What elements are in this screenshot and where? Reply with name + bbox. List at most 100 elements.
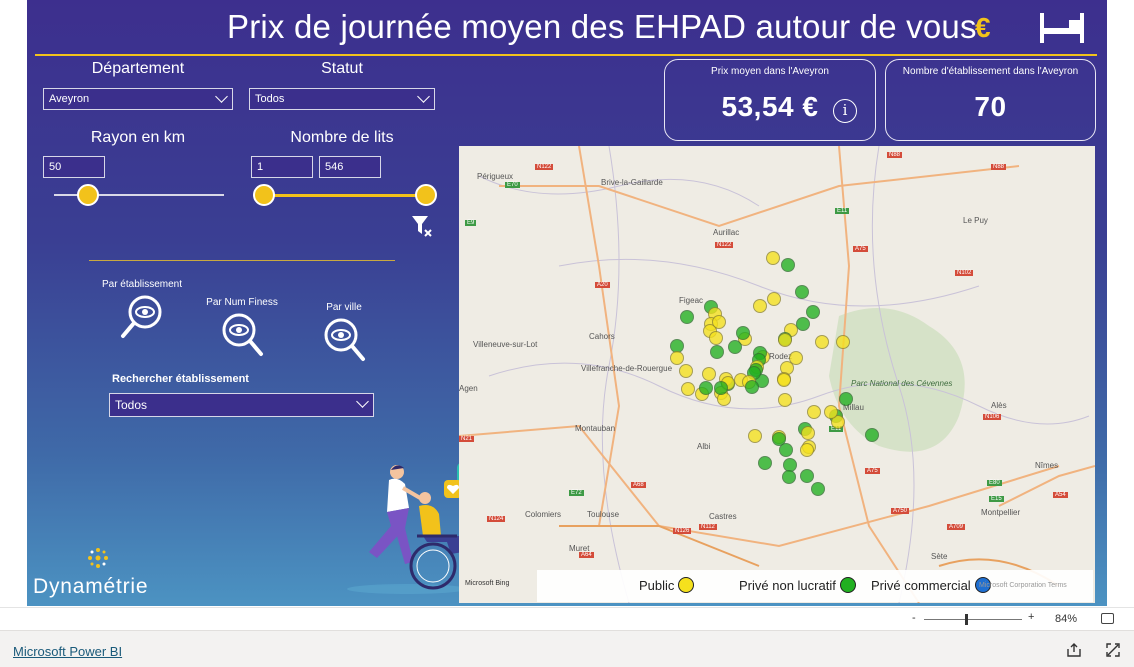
- map-terms[interactable]: Microsoft Corporation Terms: [979, 582, 1067, 589]
- map-marker[interactable]: [766, 251, 780, 265]
- view-button-label: Par ville: [326, 302, 362, 313]
- map-place-label: Montauban: [575, 424, 616, 433]
- map-marker[interactable]: [681, 382, 695, 396]
- legend-prive-non-lucratif: Privé non lucratif: [739, 577, 856, 593]
- map-marker[interactable]: [796, 317, 810, 331]
- map-marker[interactable]: [806, 305, 820, 319]
- lits-max-input[interactable]: 546: [319, 156, 381, 178]
- statut-dropdown[interactable]: Todos: [249, 88, 435, 110]
- map-marker[interactable]: [824, 405, 838, 419]
- map-marker[interactable]: [815, 335, 829, 349]
- map-marker[interactable]: [758, 456, 772, 470]
- view-par-num-finess-button[interactable]: Par Num Finess: [199, 297, 285, 361]
- search-dropdown[interactable]: Todos: [109, 393, 374, 417]
- map-marker[interactable]: [753, 299, 767, 313]
- view-button-label: Par établissement: [101, 279, 183, 290]
- info-icon[interactable]: i: [833, 99, 857, 123]
- map-road-label: N122: [535, 164, 554, 170]
- legend-label: Privé commercial: [871, 578, 971, 593]
- zoom-in-button[interactable]: +: [1028, 611, 1034, 623]
- map-road-label: N88: [887, 152, 903, 158]
- fit-page-icon[interactable]: [1101, 613, 1114, 624]
- map-marker[interactable]: [836, 335, 850, 349]
- lits-slider-range[interactable]: [264, 194, 426, 197]
- map-marker[interactable]: [699, 381, 713, 395]
- view-par-etablissement-button[interactable]: Par établissement: [99, 279, 185, 343]
- rayon-input[interactable]: 50: [43, 156, 105, 178]
- map-marker[interactable]: [710, 345, 724, 359]
- map-marker[interactable]: [670, 351, 684, 365]
- nombre-etablissement-value: 70: [974, 91, 1007, 122]
- map-marker[interactable]: [778, 393, 792, 407]
- map-marker[interactable]: [811, 482, 825, 496]
- map-marker[interactable]: [839, 392, 853, 406]
- map-marker[interactable]: [680, 310, 694, 324]
- map-marker[interactable]: [748, 429, 762, 443]
- zoom-slider-track[interactable]: [924, 619, 1022, 620]
- map-marker[interactable]: [736, 326, 750, 340]
- search-value: Todos: [115, 398, 148, 412]
- section-divider: [89, 260, 395, 261]
- title-divider: [35, 54, 1097, 56]
- map-road-label: A709: [947, 524, 966, 530]
- filter-clear-icon[interactable]: [411, 214, 433, 238]
- powerbi-link[interactable]: Microsoft Power BI: [13, 644, 122, 659]
- map-road-label: N106: [983, 414, 1002, 420]
- bed-icon: [1040, 13, 1084, 43]
- map-road-label: A68: [631, 482, 646, 488]
- map-place-label: Nîmes: [1035, 461, 1059, 470]
- map-road-label: N102: [955, 270, 974, 276]
- lits-min-input[interactable]: 1: [251, 156, 313, 178]
- map-marker[interactable]: [712, 315, 726, 329]
- lits-slider-max-handle[interactable]: [415, 184, 437, 206]
- departement-value: Aveyron: [49, 93, 90, 105]
- zoom-out-button[interactable]: -: [912, 612, 916, 624]
- eye-search-icon: [324, 318, 365, 361]
- map-road-label: A20: [595, 282, 610, 288]
- map-marker[interactable]: [807, 405, 821, 419]
- map-marker[interactable]: [800, 443, 814, 457]
- lits-label: Nombre de lits: [290, 129, 394, 146]
- map-place-label: Figeac: [679, 296, 704, 305]
- view-par-ville-button[interactable]: Par ville: [301, 302, 387, 366]
- search-label: Rechercher établissement: [112, 373, 249, 385]
- map-marker[interactable]: [801, 426, 815, 440]
- map-marker[interactable]: [745, 380, 759, 394]
- legend-prive-commercial: Privé commercial: [871, 577, 991, 593]
- map-marker[interactable]: [782, 470, 796, 484]
- map-marker[interactable]: [767, 292, 781, 306]
- map-road-label: A64: [579, 552, 594, 558]
- map-place-label: Parc National des Cévennes: [851, 379, 953, 388]
- map-marker[interactable]: [777, 373, 791, 387]
- map-marker[interactable]: [781, 258, 795, 272]
- share-icon[interactable]: [1067, 643, 1081, 657]
- legend-dot-prive-non-lucratif: [839, 577, 856, 593]
- map-marker[interactable]: [778, 333, 792, 347]
- zoom-slider-handle[interactable]: [965, 614, 969, 625]
- nombre-etablissement-card: Nombre d'établissement dans l'Aveyron 70: [885, 59, 1096, 141]
- rayon-slider-handle[interactable]: [77, 184, 99, 206]
- map-marker[interactable]: [702, 367, 716, 381]
- map-road-label: A75: [853, 246, 868, 252]
- map-road-label: N21: [459, 436, 475, 442]
- fullscreen-icon[interactable]: [1106, 643, 1120, 657]
- map-marker[interactable]: [779, 443, 793, 457]
- statut-label: Statut: [321, 60, 363, 77]
- brand-logo-text: Dynamétrie: [33, 575, 149, 598]
- bing-attribution: Microsoft Bing: [465, 580, 510, 587]
- map-marker[interactable]: [865, 428, 879, 442]
- map-marker[interactable]: [679, 364, 693, 378]
- map-marker[interactable]: [795, 285, 809, 299]
- map-road-label: N124: [487, 516, 506, 522]
- map-visual[interactable]: Périgueux Brive-la-Gaillarde Aurillac Le Pu…: [459, 146, 1095, 603]
- chevron-down-icon: [215, 90, 228, 103]
- map-marker[interactable]: [800, 469, 814, 483]
- departement-dropdown[interactable]: Aveyron: [43, 88, 233, 110]
- lits-slider-min-handle[interactable]: [253, 184, 275, 206]
- map-marker[interactable]: [714, 381, 728, 395]
- map-marker[interactable]: [709, 331, 723, 345]
- map-marker[interactable]: [728, 340, 742, 354]
- map-road-label: E72: [569, 490, 584, 496]
- map-road-label: N112: [699, 524, 717, 530]
- map-road-label: A750: [891, 508, 910, 514]
